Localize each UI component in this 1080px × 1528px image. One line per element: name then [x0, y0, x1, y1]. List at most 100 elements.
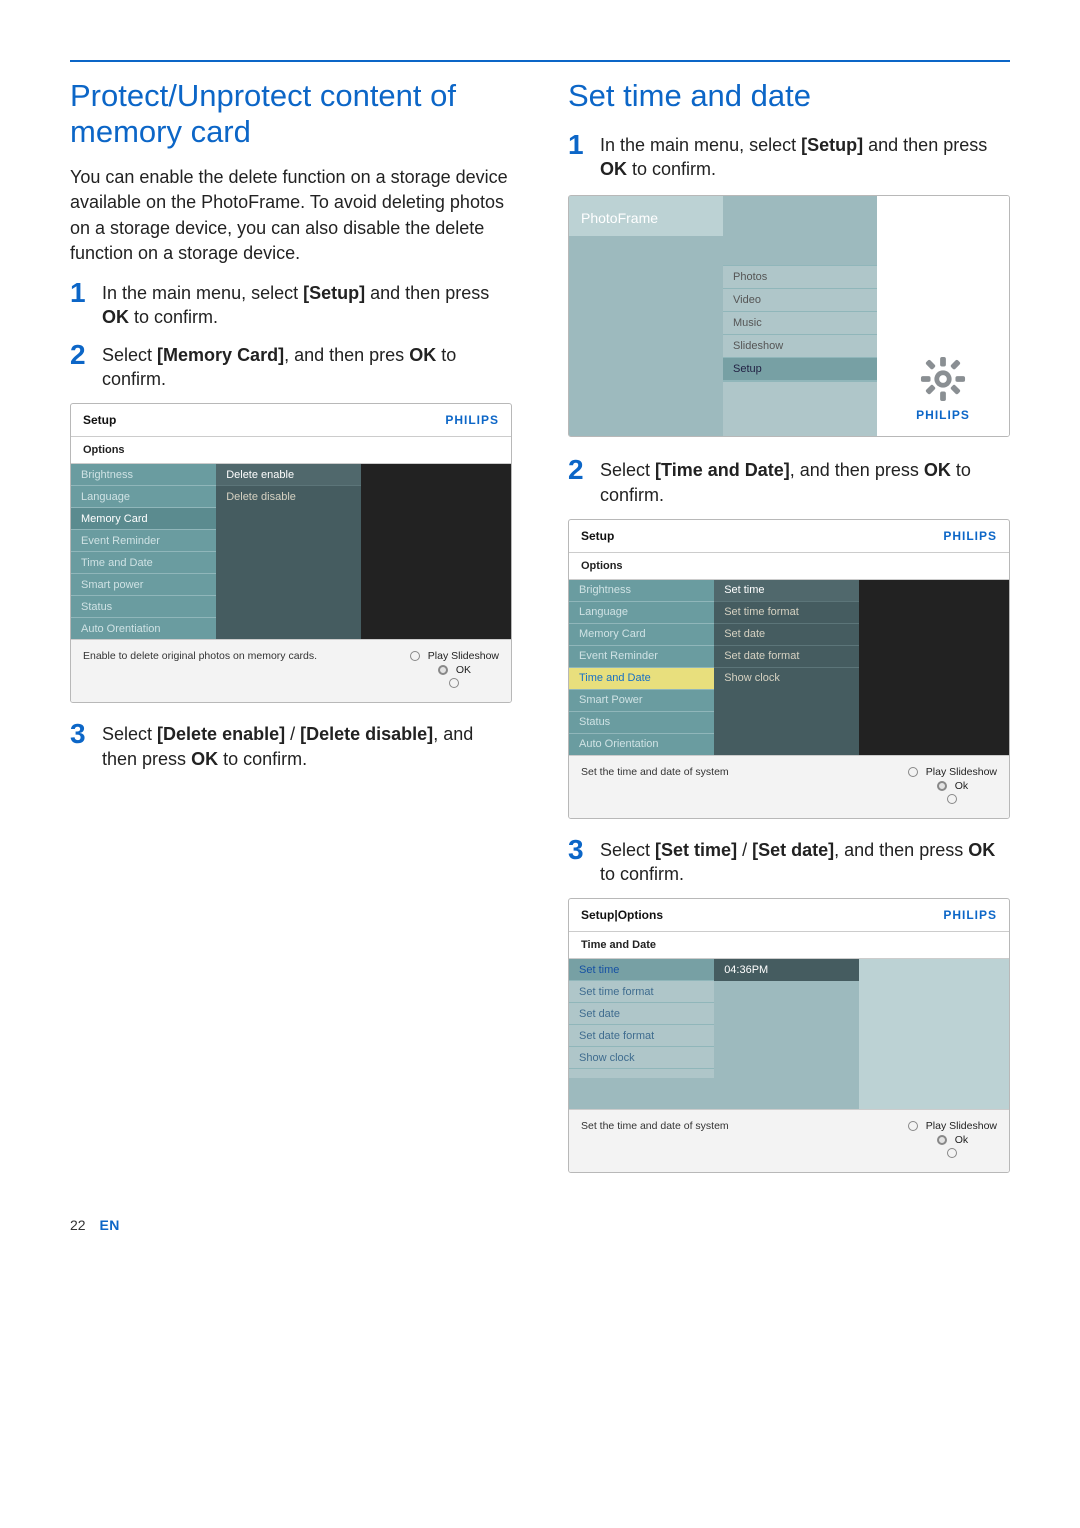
menu-item: Memory Card — [569, 624, 714, 646]
screen-footer: Enable to delete original photos on memo… — [71, 639, 511, 702]
nav-row — [947, 1148, 957, 1158]
screen-memory-card: Setup PHILIPS Options Brightness Languag… — [70, 403, 512, 703]
step-text: In the main menu, select [Setup] and the… — [600, 133, 1010, 182]
nav-label: OK — [456, 664, 471, 676]
screen-title: Setup|Options — [581, 908, 663, 922]
screen-photoframe-main: PhotoFrame Photos Video Music Slideshow … — [568, 195, 1010, 437]
list-item: 3 Select [Delete enable] / [Delete disab… — [70, 719, 512, 771]
pf-title: PhotoFrame — [569, 196, 723, 236]
footer-message: Set the time and date of system — [581, 1120, 898, 1132]
menu-item: Set date — [714, 624, 859, 646]
screen-time-and-date: Setup PHILIPS Options Brightness Languag… — [568, 519, 1010, 819]
heading-timedate: Set time and date — [568, 78, 1010, 114]
nav-row — [947, 794, 957, 804]
menu-item: Event Reminder — [71, 530, 216, 552]
menu-item: Language — [71, 486, 216, 508]
protect-steps: 1 In the main menu, select [Setup] and t… — [70, 278, 512, 391]
left-column: Protect/Unprotect content of memory card… — [70, 72, 512, 1189]
step-text: Select [Delete enable] / [Delete disable… — [102, 722, 512, 771]
nav-circle-icon — [908, 1121, 918, 1131]
step-number: 2 — [568, 456, 586, 484]
page-number: 22 — [70, 1217, 86, 1233]
menu-item: Brightness — [71, 464, 216, 486]
pf-right: PHILIPS — [877, 196, 1009, 436]
philips-logo: PHILIPS — [445, 413, 499, 427]
pf-left: PhotoFrame — [569, 196, 723, 436]
menu-item: Music — [723, 312, 877, 335]
menu-item: Delete enable — [216, 464, 361, 486]
menu-left: Brightness Language Memory Card Event Re… — [569, 580, 714, 755]
screen-body: PhotoFrame Photos Video Music Slideshow … — [569, 196, 1009, 436]
screen-body: Brightness Language Memory Card Event Re… — [71, 464, 511, 639]
screen-set-time: Setup|Options PHILIPS Time and Date Set … — [568, 898, 1010, 1173]
nav-row: Play Slideshow — [908, 766, 997, 778]
menu-right — [859, 580, 1009, 755]
page-footer: 22 EN — [70, 1217, 1010, 1233]
gear-icon — [920, 356, 966, 402]
menu-item: Photos — [723, 266, 877, 289]
philips-logo: PHILIPS — [943, 529, 997, 543]
protect-intro: You can enable the delete function on a … — [70, 165, 512, 266]
nav-row — [449, 678, 459, 688]
screen-title: Setup — [581, 529, 614, 543]
footer-message: Enable to delete original photos on memo… — [83, 650, 400, 662]
nav-circle-icon — [449, 678, 459, 688]
step-text: Select [Memory Card], and then pres OK t… — [102, 343, 512, 392]
menu-item-selected: Memory Card — [71, 508, 216, 530]
menu-item: Video — [723, 289, 877, 312]
nav-circle-icon — [410, 651, 420, 661]
menu-left: Set time Set time format Set date Set da… — [569, 959, 714, 1109]
list-item: 1 In the main menu, select [Setup] and t… — [568, 130, 1010, 182]
nav-label: Play Slideshow — [926, 766, 997, 778]
menu-fill — [714, 981, 859, 1109]
pf-left-fill — [569, 236, 723, 436]
step-text: Select [Set time] / [Set date], and then… — [600, 838, 1010, 887]
screen-footer: Set the time and date of system Play Sli… — [569, 1109, 1009, 1172]
footer-message: Set the time and date of system — [581, 766, 898, 778]
menu-fill — [569, 1069, 714, 1078]
screen-body: Set time Set time format Set date Set da… — [569, 959, 1009, 1109]
menu-item: Set date format — [714, 646, 859, 668]
menu-item: Show clock — [714, 668, 859, 689]
step-number: 2 — [70, 341, 88, 369]
nav-circle-selected-icon — [937, 1135, 947, 1145]
step-number: 3 — [70, 720, 88, 748]
nav-circle-icon — [947, 794, 957, 804]
menu-item: Smart Power — [569, 690, 714, 712]
screen-subtitle: Options — [71, 437, 511, 464]
page-divider — [70, 60, 1010, 62]
heading-protect: Protect/Unprotect content of memory card — [70, 78, 512, 149]
list-item: 1 In the main menu, select [Setup] and t… — [70, 278, 512, 330]
nav-label: Play Slideshow — [926, 1120, 997, 1132]
nav-circle-selected-icon — [438, 665, 448, 675]
menu-item: Show clock — [569, 1047, 714, 1069]
nav-label: Play Slideshow — [428, 650, 499, 662]
step-number: 1 — [568, 131, 586, 159]
menu-item: Status — [71, 596, 216, 618]
step-text: Select [Time and Date], and then press O… — [600, 458, 1010, 507]
menu-item: Set time format — [714, 602, 859, 624]
menu-middle: 04:36PM — [714, 959, 859, 1109]
menu-item: Set time — [714, 580, 859, 602]
menu-item: Smart power — [71, 574, 216, 596]
step-number: 3 — [568, 836, 586, 864]
nav-row: Ok — [937, 780, 968, 792]
protect-steps-cont: 3 Select [Delete enable] / [Delete disab… — [70, 719, 512, 771]
menu-item: Language — [569, 602, 714, 624]
timedate-steps-3: 3 Select [Set time] / [Set date], and th… — [568, 835, 1010, 887]
nav-circle-icon — [947, 1148, 957, 1158]
value-cell: 04:36PM — [714, 959, 859, 981]
screen-footer: Set the time and date of system Play Sli… — [569, 755, 1009, 818]
menu-item: Auto Orentiation — [71, 618, 216, 639]
nav-row: Play Slideshow — [410, 650, 499, 662]
screen-subtitle: Time and Date — [569, 932, 1009, 959]
menu-item: Time and Date — [71, 552, 216, 574]
screen-header: Setup|Options PHILIPS — [569, 899, 1009, 932]
menu-item: Slideshow — [723, 335, 877, 358]
menu-item: Set date — [569, 1003, 714, 1025]
menu-item: Event Reminder — [569, 646, 714, 668]
pf-mid: Photos Video Music Slideshow Setup — [723, 196, 877, 436]
screen-header: Setup PHILIPS — [71, 404, 511, 437]
list-item: 2 Select [Memory Card], and then pres OK… — [70, 340, 512, 392]
menu-item: Brightness — [569, 580, 714, 602]
